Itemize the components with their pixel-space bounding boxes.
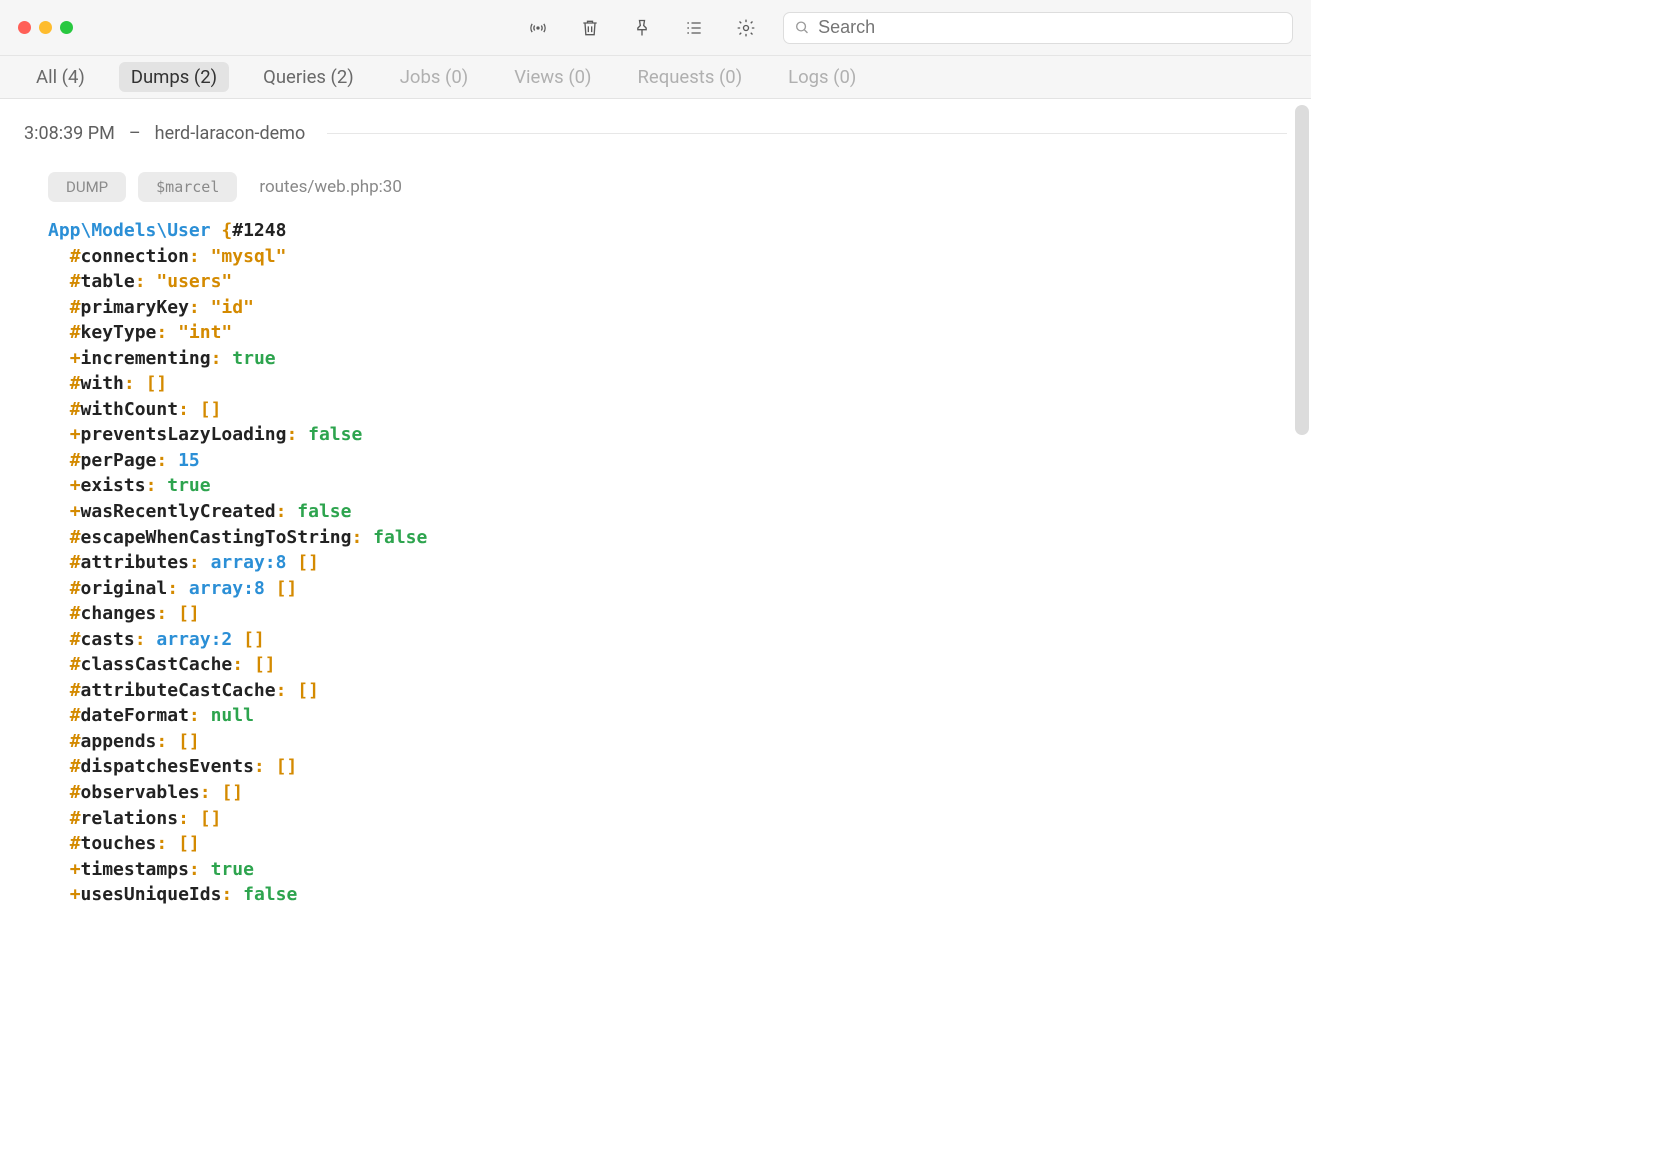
meta-divider	[327, 133, 1287, 134]
scrollbar-thumb[interactable]	[1295, 105, 1309, 435]
pin-icon[interactable]	[631, 17, 653, 39]
dump-output: App\Models\User {#1248 #connection: "mys…	[24, 218, 1287, 908]
tab-6[interactable]: Logs (0)	[776, 62, 868, 92]
close-button[interactable]	[18, 21, 31, 34]
variable-badge: $marcel	[138, 172, 237, 202]
search-box[interactable]	[783, 12, 1293, 44]
app-name: herd-laracon-demo	[155, 123, 306, 144]
list-icon[interactable]	[683, 17, 705, 39]
tab-0[interactable]: All (4)	[24, 62, 97, 92]
tab-4[interactable]: Views (0)	[502, 62, 603, 92]
search-input[interactable]	[818, 17, 1282, 38]
toolbar-icons	[527, 17, 757, 39]
file-location: routes/web.php:30	[259, 177, 402, 197]
tab-2[interactable]: Queries (2)	[251, 62, 366, 92]
tab-1[interactable]: Dumps (2)	[119, 62, 229, 92]
minimize-button[interactable]	[39, 21, 52, 34]
search-icon	[794, 19, 810, 36]
tab-5[interactable]: Requests (0)	[626, 62, 755, 92]
meta-sep: –	[129, 123, 141, 144]
tab-3[interactable]: Jobs (0)	[388, 62, 480, 92]
dump-badge: DUMP	[48, 172, 126, 202]
meta-line: 3:08:39 PM – herd-laracon-demo	[24, 123, 1287, 144]
badges-row: DUMP $marcel routes/web.php:30	[48, 172, 1287, 202]
maximize-button[interactable]	[60, 21, 73, 34]
broadcast-icon[interactable]	[527, 17, 549, 39]
content-area: 3:08:39 PM – herd-laracon-demo DUMP $mar…	[0, 99, 1311, 925]
timestamp: 3:08:39 PM	[24, 123, 115, 144]
class-name[interactable]: App\Models\User	[48, 220, 211, 241]
window-controls	[18, 21, 73, 34]
gear-icon[interactable]	[735, 17, 757, 39]
trash-icon[interactable]	[579, 17, 601, 39]
titlebar	[0, 0, 1311, 56]
tabs-bar: All (4) Dumps (2) Queries (2) Jobs (0) Views…	[0, 56, 1311, 99]
